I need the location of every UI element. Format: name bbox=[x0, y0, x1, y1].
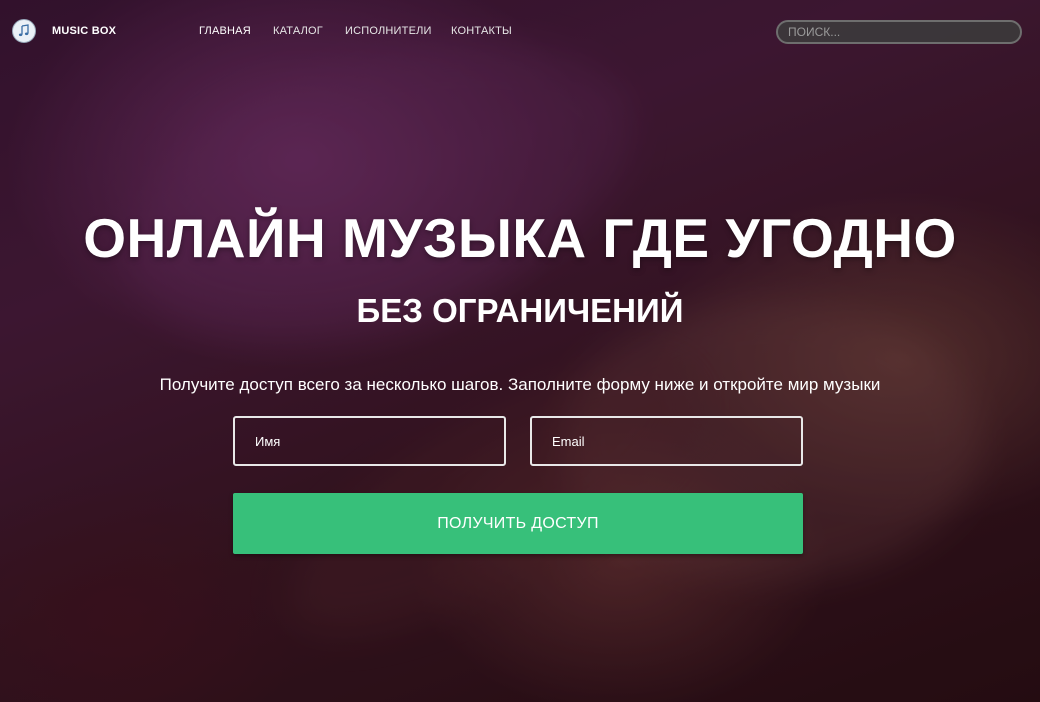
nav-link-artists[interactable]: ИСПОЛНИТЕЛИ bbox=[345, 25, 432, 37]
hero-lead-text: Получите доступ всего за несколько шагов… bbox=[159, 375, 881, 394]
navbar: MUSIC BOX ГЛАВНАЯ КАТАЛОГ ИСПОЛНИТЕЛИ КО… bbox=[0, 0, 1040, 62]
email-field[interactable] bbox=[530, 416, 803, 466]
brand-name[interactable]: MUSIC BOX bbox=[52, 25, 116, 37]
hero-headline: ОНЛАЙН МУЗЫКА ГДЕ УГОДНО bbox=[83, 207, 957, 269]
get-access-button[interactable]: ПОЛУЧИТЬ ДОСТУП bbox=[233, 493, 803, 554]
hero-subheadline: БЕЗ ОГРАНИЧЕНИЙ bbox=[356, 292, 684, 329]
nav-link-catalog[interactable]: КАТАЛОГ bbox=[273, 25, 323, 37]
hero-section: MUSIC BOX ГЛАВНАЯ КАТАЛОГ ИСПОЛНИТЕЛИ КО… bbox=[0, 0, 1040, 702]
name-field[interactable] bbox=[233, 416, 506, 466]
nav-link-contacts[interactable]: КОНТАКТЫ bbox=[451, 25, 512, 37]
nav-link-home[interactable]: ГЛАВНАЯ bbox=[199, 25, 251, 37]
music-note-icon[interactable] bbox=[12, 19, 36, 43]
background-overlay bbox=[0, 0, 1040, 702]
search-input[interactable] bbox=[776, 20, 1022, 44]
